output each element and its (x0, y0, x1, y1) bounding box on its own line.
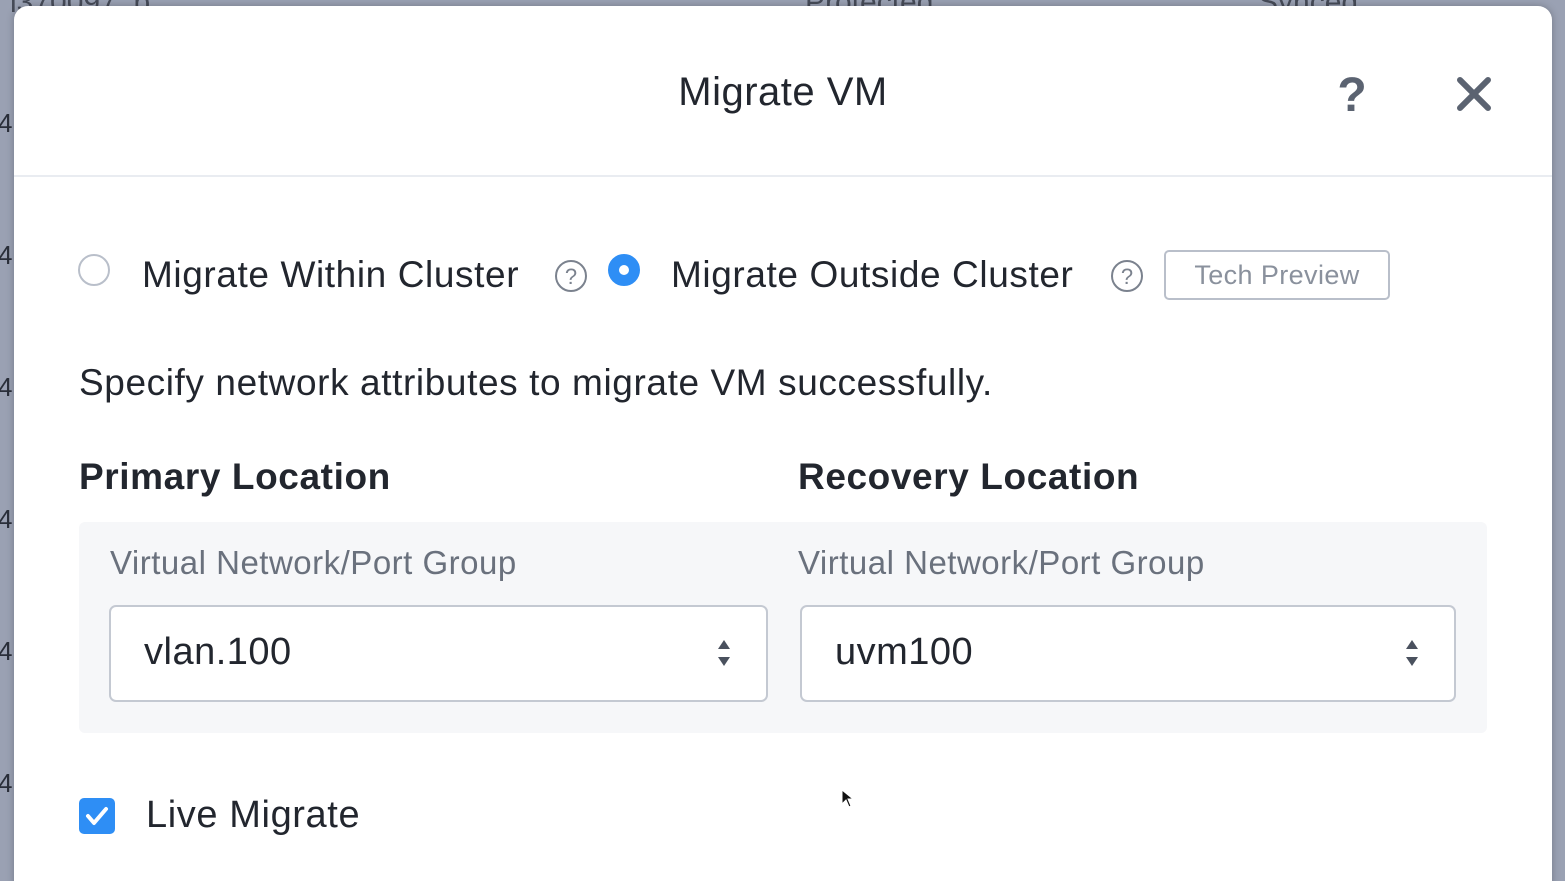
background-row-marker: 4 (0, 108, 13, 138)
background-row-marker: 4 (0, 768, 13, 798)
primary-network-select[interactable]: vlan.100 (109, 605, 768, 702)
help-icon[interactable]: ? (1332, 70, 1372, 122)
background-row-marker: 4 (0, 372, 13, 402)
background-row-marker: 4 (0, 636, 13, 666)
recovery-network-value: uvm100 (835, 631, 974, 673)
primary-network-value: vlan.100 (144, 631, 292, 673)
mouse-cursor-icon (842, 790, 854, 808)
primary-network-label: Virtual Network/Port Group (110, 544, 517, 581)
migrate-outside-cluster-label[interactable]: Migrate Outside Cluster (671, 254, 1073, 296)
background-row-marker: 4 (0, 504, 13, 534)
dialog-title: Migrate VM (678, 70, 888, 114)
dialog-header: Migrate VM ? (14, 6, 1552, 177)
primary-location-heading: Primary Location (79, 456, 391, 497)
outside-cluster-help-icon[interactable]: ? (1111, 260, 1143, 292)
instruction-text: Specify network attributes to migrate VM… (79, 362, 993, 403)
recovery-network-select[interactable]: uvm100 (800, 605, 1456, 702)
close-icon[interactable] (1454, 74, 1494, 114)
migrate-within-cluster-label[interactable]: Migrate Within Cluster (142, 254, 519, 296)
background-row-marker: 4 (0, 240, 13, 270)
live-migrate-label[interactable]: Live Migrate (146, 794, 360, 837)
tech-preview-badge: Tech Preview (1164, 250, 1390, 300)
migrate-vm-dialog: Migrate VM ? Migrate Within Cluster ? Mi… (14, 6, 1552, 881)
checkmark-icon (86, 807, 108, 825)
select-arrows-icon (1406, 640, 1418, 666)
recovery-location-heading: Recovery Location (798, 456, 1140, 497)
recovery-network-label: Virtual Network/Port Group (798, 544, 1205, 581)
live-migrate-checkbox[interactable] (79, 798, 115, 834)
within-cluster-help-icon[interactable]: ? (555, 260, 587, 292)
radio-migrate-outside-cluster[interactable] (608, 254, 640, 286)
select-arrows-icon (718, 640, 730, 666)
radio-migrate-within-cluster[interactable] (78, 254, 110, 286)
